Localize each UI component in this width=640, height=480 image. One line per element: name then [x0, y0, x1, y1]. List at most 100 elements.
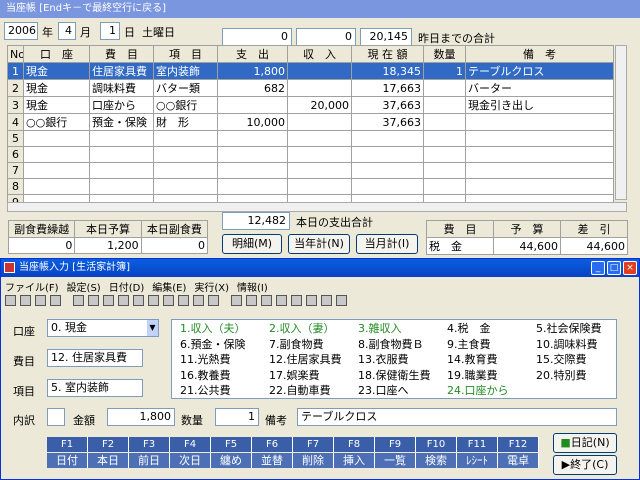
- table-cell[interactable]: [423, 130, 466, 147]
- table-row[interactable]: 4 ○○銀行 預金・保険財 形 10,000 37,663: [7, 113, 614, 131]
- fkey-label[interactable]: 挿入: [334, 453, 375, 468]
- close-icon[interactable]: ×: [623, 261, 637, 275]
- month-total-button[interactable]: 当月計(I): [356, 234, 418, 254]
- menu-item[interactable]: 日付(D): [109, 283, 145, 294]
- fkey-label[interactable]: ﾚｼｰﾄ: [457, 453, 498, 468]
- sub-item-field[interactable]: 5. 室内装飾: [47, 379, 143, 397]
- toolbar-button-icon[interactable]: [336, 295, 347, 306]
- category-item[interactable]: 24.口座から: [447, 383, 509, 398]
- menu-item[interactable]: 情報(I): [237, 283, 268, 294]
- category-item[interactable]: 3.雑収入: [358, 321, 402, 336]
- table-cell[interactable]: [351, 130, 424, 147]
- table-cell[interactable]: ○○銀行: [23, 113, 90, 131]
- toolbar-button-icon[interactable]: [73, 295, 84, 306]
- toolbar-button-icon[interactable]: [193, 295, 204, 306]
- table-cell[interactable]: [153, 130, 218, 147]
- year-total-button[interactable]: 当年計(N): [288, 234, 350, 254]
- toolbar-button-icon[interactable]: [118, 295, 129, 306]
- day-field[interactable]: 1: [100, 22, 120, 40]
- detail-button[interactable]: 明細(M): [222, 234, 282, 254]
- table-cell[interactable]: [465, 146, 614, 163]
- menu-item[interactable]: 設定(S): [67, 283, 101, 294]
- fkey-button[interactable]: F9: [375, 437, 416, 452]
- fkey-button[interactable]: F2: [88, 437, 129, 452]
- table-cell[interactable]: 3: [7, 96, 24, 114]
- category-item[interactable]: 23.口座へ: [358, 383, 409, 398]
- table-cell[interactable]: 8: [7, 178, 24, 195]
- category-item[interactable]: 22.自動車費: [269, 383, 331, 398]
- table-cell[interactable]: ○○銀行: [153, 96, 218, 114]
- category-item[interactable]: 11.光熱費: [180, 352, 231, 367]
- toolbar-button-icon[interactable]: [103, 295, 114, 306]
- fkey-button[interactable]: F7: [293, 437, 334, 452]
- category-grid[interactable]: 1.収入（夫） 2.収入（妻） 3.雑収入 4.税 金 5.社会保険費 6.預金・保険 7.…: [171, 319, 617, 399]
- menu-item[interactable]: 実行(X): [194, 283, 229, 294]
- table-row[interactable]: 6: [7, 146, 614, 163]
- category-item[interactable]: 21.公共費: [180, 383, 231, 398]
- fkey-label[interactable]: 日付: [47, 453, 88, 468]
- table-row[interactable]: 3 現金 口座から ○○銀行 20,000 37,663 現金引き出し: [7, 96, 614, 114]
- table-cell[interactable]: [287, 162, 352, 179]
- item-field[interactable]: 12. 住居家具費: [47, 349, 143, 367]
- toolbar-button-icon[interactable]: [88, 295, 99, 306]
- toolbar-button-icon[interactable]: [178, 295, 189, 306]
- table-row[interactable]: 8: [7, 178, 614, 195]
- menu-item[interactable]: 編集(E): [152, 283, 186, 294]
- vertical-scrollbar[interactable]: [615, 45, 627, 200]
- toolbar-button-icon[interactable]: [261, 295, 272, 306]
- fkey-label[interactable]: 次日: [170, 453, 211, 468]
- exit-button[interactable]: ▶終了(C): [553, 455, 617, 475]
- table-cell[interactable]: 5: [7, 130, 24, 147]
- table-cell[interactable]: [423, 79, 466, 97]
- category-item[interactable]: 9.主食費: [447, 337, 491, 352]
- table-cell[interactable]: [423, 146, 466, 163]
- menu-item[interactable]: ファイル(F): [5, 283, 59, 294]
- fkey-label[interactable]: 削除: [293, 453, 334, 468]
- fkey-button[interactable]: F4: [170, 437, 211, 452]
- table-cell[interactable]: テーブルクロス: [465, 62, 614, 80]
- account-select[interactable]: 0. 現金: [47, 319, 159, 337]
- table-cell[interactable]: [89, 130, 154, 147]
- category-item[interactable]: 4.税 金: [447, 321, 491, 336]
- category-item[interactable]: 13.衣服費: [358, 352, 409, 367]
- note-field[interactable]: テーブルクロス: [297, 408, 617, 426]
- table-cell[interactable]: バター類: [153, 79, 218, 97]
- maximize-icon[interactable]: □: [607, 261, 621, 275]
- horizontal-scrollbar[interactable]: [7, 202, 627, 212]
- category-item[interactable]: 20.特別費: [536, 368, 587, 383]
- table-row[interactable]: 2 現金 調味料費 バター類 682 17,663 バーター: [7, 79, 614, 97]
- table-cell[interactable]: 20,000: [287, 96, 352, 114]
- amount-field[interactable]: 1,800: [107, 408, 175, 426]
- table-cell[interactable]: 現金: [23, 96, 90, 114]
- chevron-down-icon[interactable]: ▼: [147, 320, 158, 336]
- category-item[interactable]: 14.教育費: [447, 352, 498, 367]
- table-cell[interactable]: 調味料費: [89, 79, 154, 97]
- table-cell[interactable]: [23, 162, 90, 179]
- category-item[interactable]: 16.教養費: [180, 368, 231, 383]
- table-cell[interactable]: [23, 146, 90, 163]
- quantity-field[interactable]: 1: [215, 408, 259, 426]
- table-cell[interactable]: [89, 178, 154, 195]
- table-cell[interactable]: [217, 146, 288, 163]
- table-cell[interactable]: 17,663: [351, 79, 424, 97]
- table-cell[interactable]: [351, 146, 424, 163]
- table-cell[interactable]: [351, 178, 424, 195]
- category-item[interactable]: 7.副食物費: [269, 337, 324, 352]
- fkey-button[interactable]: F8: [334, 437, 375, 452]
- diary-button[interactable]: ■日記(N): [553, 433, 617, 453]
- table-cell[interactable]: [89, 146, 154, 163]
- toolbar-button-icon[interactable]: [321, 295, 332, 306]
- table-cell[interactable]: 18,345: [351, 62, 424, 80]
- category-item[interactable]: 10.調味料費: [536, 337, 598, 352]
- table-cell[interactable]: 口座から: [89, 96, 154, 114]
- category-item[interactable]: 15.交際費: [536, 352, 587, 367]
- table-cell[interactable]: [89, 162, 154, 179]
- table-cell[interactable]: 預金・保険: [89, 113, 154, 131]
- table-cell[interactable]: [287, 146, 352, 163]
- toolbar-button-icon[interactable]: [50, 295, 61, 306]
- table-cell[interactable]: 1: [7, 62, 24, 80]
- table-cell[interactable]: [217, 130, 288, 147]
- minimize-icon[interactable]: _: [591, 261, 605, 275]
- table-cell[interactable]: 現金引き出し: [465, 96, 614, 114]
- table-cell[interactable]: [153, 146, 218, 163]
